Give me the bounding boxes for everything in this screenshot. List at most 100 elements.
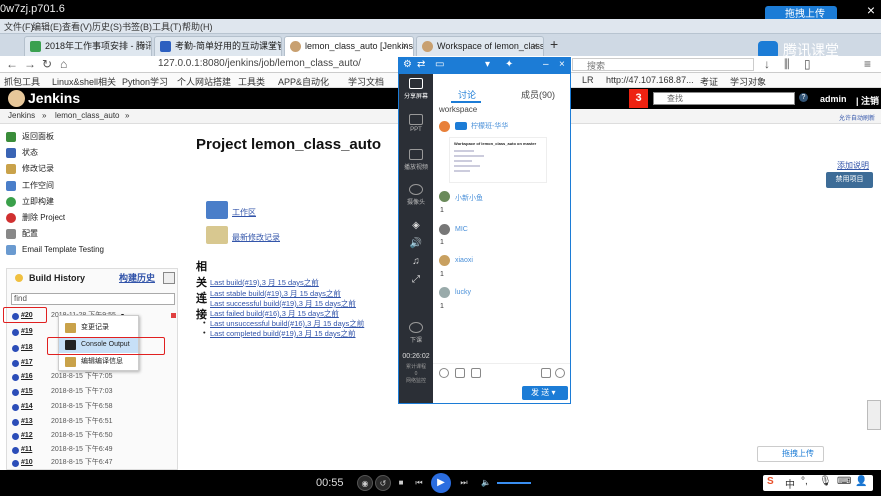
close-icon[interactable]: × [140,37,146,56]
forward-icon[interactable]: → [24,57,36,71]
bookmark-item[interactable]: 个人网站搭建 [177,75,231,88]
pin-icon[interactable]: ✦ [505,59,513,70]
minimize-icon[interactable]: – [543,59,549,70]
jenkins-logo-icon[interactable] [8,90,25,107]
rewind-icon[interactable]: ◉ [357,475,373,491]
menu-file[interactable]: 文件(F) [4,20,34,33]
avatar[interactable] [439,255,450,266]
menu-help[interactable]: 帮助(H) [182,20,213,33]
volume-icon[interactable]: 🔈 [478,475,494,491]
menu-item-changes[interactable]: 变更记录 [59,320,138,336]
emoji-icon[interactable] [439,368,449,378]
image-icon[interactable] [471,368,481,378]
ime-punct-icon[interactable]: °, [801,476,808,487]
bookmark-item[interactable]: Linux&shell相关 [52,75,116,88]
ppt-button[interactable]: PPT [399,114,433,133]
build-find-input[interactable]: find [11,293,175,305]
bookmark-item[interactable]: 学习文档 [348,75,384,88]
close-icon[interactable]: × [402,37,408,56]
stop-icon[interactable]: ■ [393,475,409,491]
send-button[interactable]: 发 送 ▾ [522,386,568,400]
sender-name[interactable]: xiaoxi [455,257,473,264]
bookmark-item[interactable]: 学习对象 [730,75,766,88]
download-icon[interactable]: ↓ [764,57,770,71]
speaker-icon[interactable]: 🔊 [399,238,433,249]
permalink-item[interactable]: Last build(#19),3 月 15 days之前 [203,277,319,288]
bookmark-item[interactable]: Python学习 [122,75,168,88]
end-class-button[interactable]: 下课 [399,322,433,344]
tab-attendance[interactable]: 考勤-简单好用的互动课堂管理× [154,36,282,56]
message-screenshot[interactable]: Workspace of lemon_class_auto on master [449,137,547,183]
home-icon[interactable]: ⌂ [60,57,67,71]
window-icon[interactable]: ▭ [435,59,444,70]
tab-doc[interactable]: 2018年工作事项安排 - 腾讯文档× [24,36,152,56]
loop-icon[interactable]: ↺ [375,475,391,491]
bookmark-item[interactable]: LR [582,75,594,85]
menu-icon[interactable]: ≡ [864,57,871,71]
sidebar-item-configure[interactable]: 配置 [6,227,38,241]
reload-icon[interactable]: ↻ [42,57,52,71]
share-screen-button[interactable]: 分享屏幕 [399,78,433,100]
build-row[interactable]: #14 2018-8-15 下午6:58 [7,400,177,414]
user-link[interactable]: admin [820,94,847,104]
sender-name[interactable]: lucky [455,289,471,296]
avatar[interactable] [439,191,450,202]
share-upload-button[interactable]: 拖拽上传 [757,446,824,462]
sidebar-item-back[interactable]: 返回面板 [6,130,54,144]
disable-project-button[interactable]: 禁用项目 [826,172,873,188]
bookmark-item[interactable]: http://47.107.168.87... [606,75,694,85]
play-button[interactable]: ▶ [431,473,451,493]
tab-jenkins[interactable]: lemon_class_auto [Jenkins] × [284,36,414,56]
url-field[interactable]: 127.0.0.1:8080/jenkins/job/lemon_class_a… [158,58,361,69]
settings-icon[interactable]: ⚙ [403,59,412,70]
sender-name[interactable]: 小新小鱼 [455,193,483,203]
people-icon[interactable] [541,368,551,378]
bookmark-item[interactable]: 考证 [700,75,718,88]
mic-icon[interactable]: 🎙 [819,476,832,487]
mic-icon[interactable]: ◈ [399,220,433,231]
sogou-icon[interactable]: S [767,476,774,487]
sender-name[interactable]: 柠檬班-华华 [471,121,508,131]
browser-search-input[interactable]: 搜索 [572,58,754,71]
tab-discuss[interactable]: 讨论 [458,88,476,101]
help-icon[interactable]: ? [799,93,808,102]
music-icon[interactable]: ♫ [399,256,433,267]
build-row[interactable]: #12 2018-8-15 下午6:50 [7,429,177,443]
build-row[interactable]: #16 2018-8-15 下午7:05 [7,370,177,384]
close-icon[interactable]: × [867,2,875,18]
notification-badge[interactable]: 3 [629,89,648,108]
menu-bookmarks[interactable]: 书签(B) [122,20,152,33]
avatar[interactable] [439,224,450,235]
build-row[interactable]: #10 2018-8-15 下午6:47 [7,456,177,470]
dropdown-icon[interactable]: ▾ [485,59,490,70]
build-row[interactable]: #15 2018-8-15 下午7:03 [7,385,177,399]
jenkins-brand[interactable]: Jenkins [28,90,80,106]
add-description-link[interactable]: 添加说明 [837,160,869,171]
sidebar-item-delete[interactable]: 删除 Project [6,211,65,225]
avatar[interactable] [439,287,450,298]
folder-icon[interactable] [206,201,228,219]
gear-icon[interactable] [555,368,565,378]
tab-workspace[interactable]: Workspace of lemon_class_auto× [416,36,544,56]
library-icon[interactable]: ⫼ [784,57,790,72]
sender-name[interactable]: MIC [455,226,468,233]
menu-tools[interactable]: 工具(T) [152,20,182,33]
scissors-icon[interactable] [455,368,465,378]
sidebar-item-workspace[interactable]: 工作空间 [6,179,54,193]
recent-changes-link[interactable]: 最新修改记录 [232,232,280,243]
user-icon[interactable]: 👤 [855,476,867,487]
sidebar-item-email-template[interactable]: Email Template Testing [6,243,104,257]
close-icon[interactable]: × [270,37,276,56]
crumb-jenkins[interactable]: Jenkins [8,111,35,120]
jenkins-search-input[interactable]: 查找 [653,92,795,105]
menu-view[interactable]: 查看(V) [62,20,92,33]
build-trend-link[interactable]: 构建历史 [119,269,155,287]
close-icon[interactable]: × [559,59,565,70]
notepad-icon[interactable] [206,226,228,244]
bookmark-item[interactable]: 抓包工具 [4,75,40,88]
share-icon[interactable]: ⇄ [417,59,425,70]
next-icon[interactable]: ⏭ [456,475,472,491]
bookmark-item[interactable]: APP&自动化 [278,75,329,88]
bookmark-item[interactable]: 工具类 [238,75,265,88]
sidebar-icon[interactable]: ▯ [804,57,811,71]
